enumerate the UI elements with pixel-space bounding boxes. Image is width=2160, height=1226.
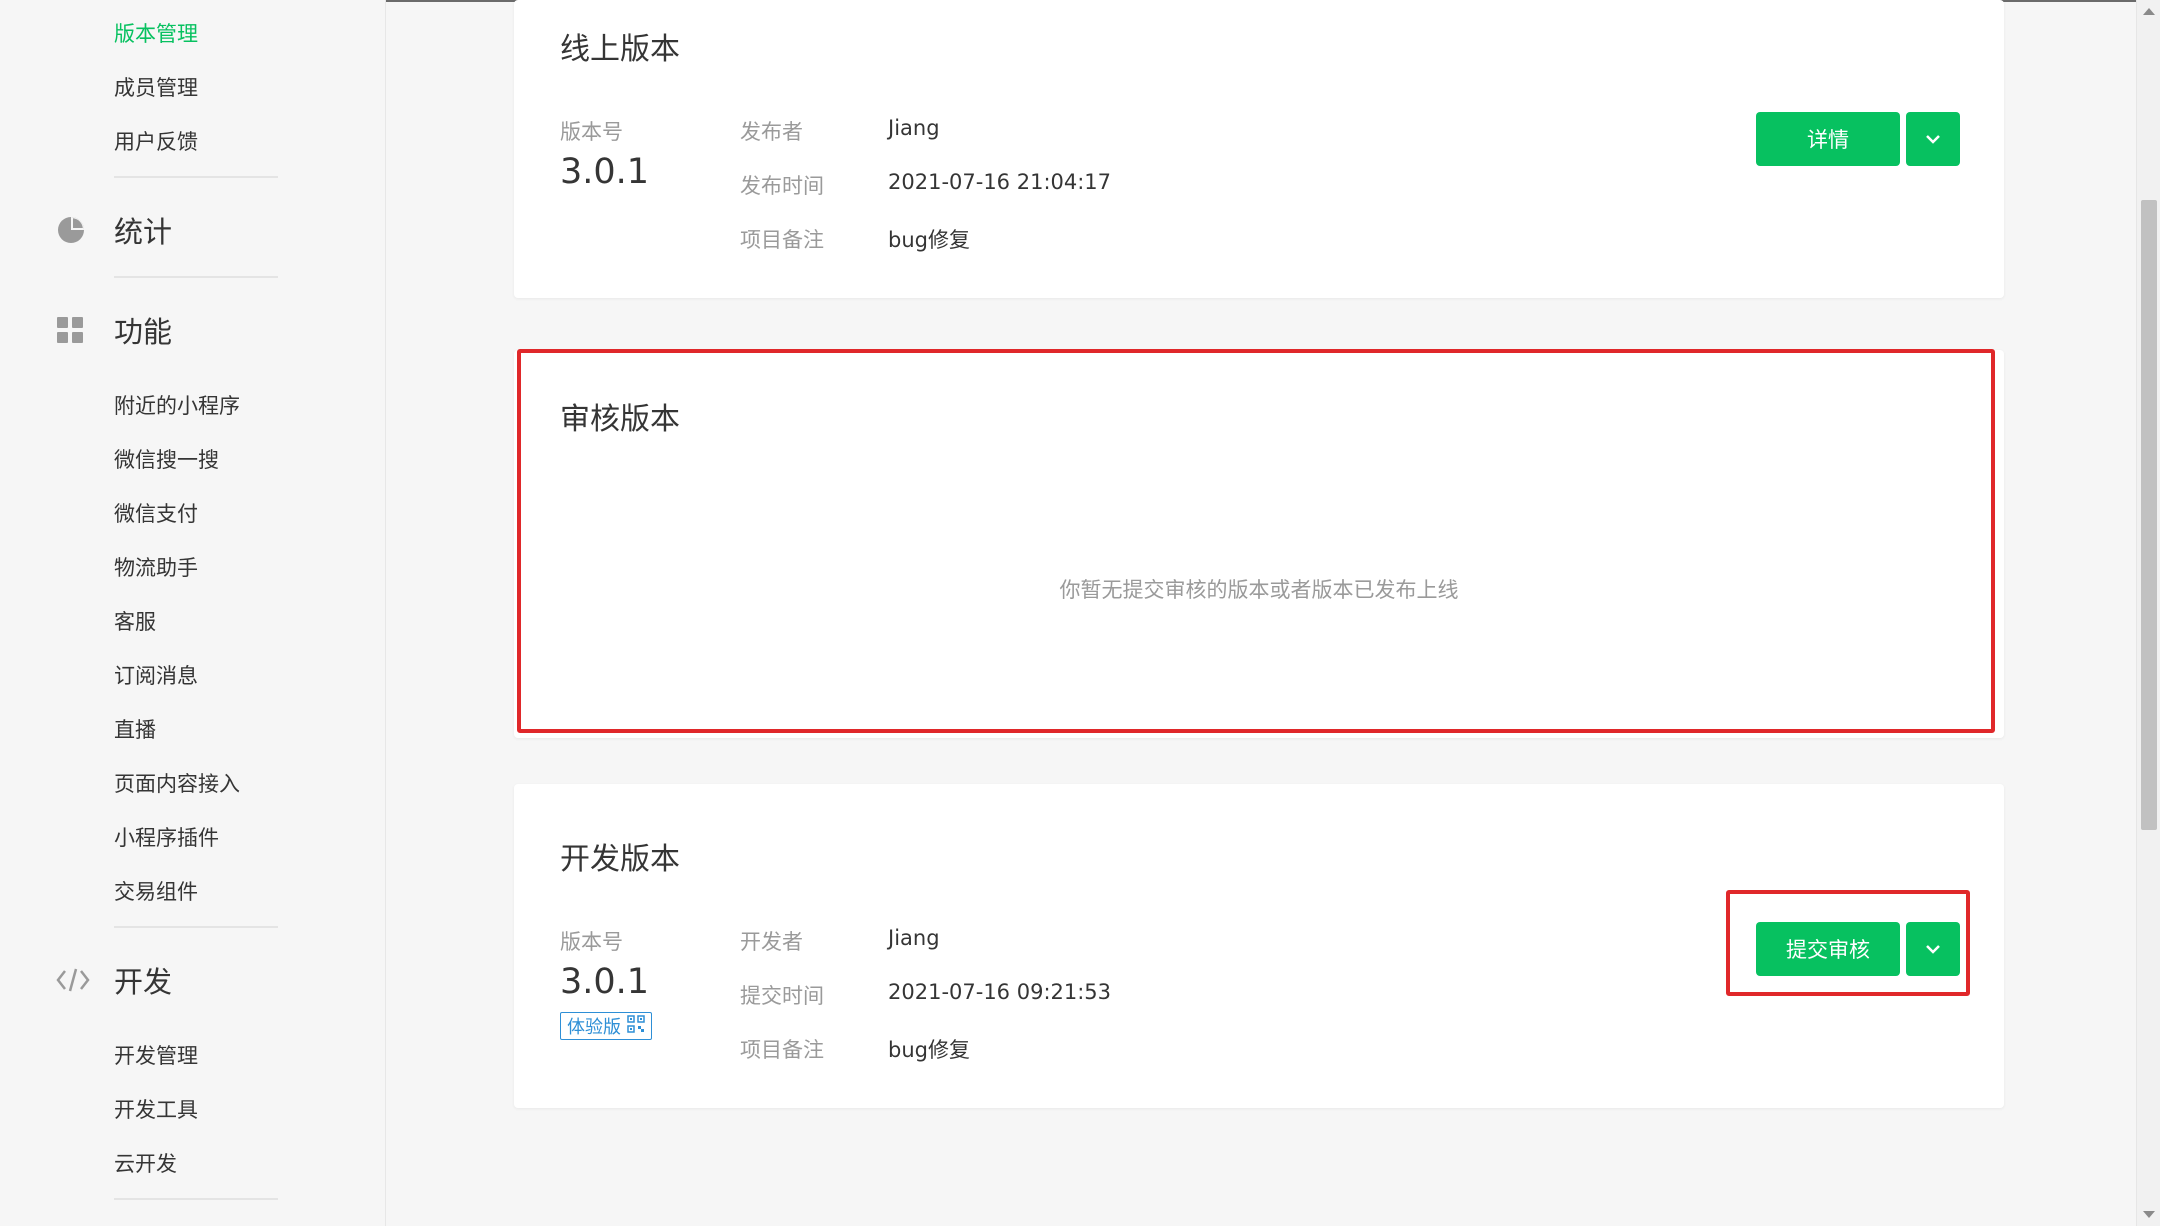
online-more-dropdown[interactable] xyxy=(1906,112,1960,166)
sidebar-item-live[interactable]: 直播 xyxy=(114,714,156,744)
publisher-value: Jiang xyxy=(888,116,940,140)
submit-time-value: 2021-07-16 09:21:53 xyxy=(888,980,1112,1004)
review-empty-text: 你暂无提交审核的版本或者版本已发布上线 xyxy=(1059,578,1459,602)
sidebar-item-wechat-search[interactable]: 微信搜一搜 xyxy=(114,444,219,474)
chevron-down-icon xyxy=(1925,132,1941,147)
scroll-thumb[interactable] xyxy=(2141,200,2157,830)
code-icon xyxy=(56,963,90,997)
sidebar-item-page-content[interactable]: 页面内容接入 xyxy=(114,768,240,798)
sidebar: 版本管理 成员管理 用户反馈 统计 功能 附近的小程序 微信搜一搜 微信支付 物… xyxy=(0,0,386,1226)
sidebar-section-statistics[interactable]: 统计 xyxy=(56,210,172,250)
version-label: 版本号 xyxy=(560,930,623,954)
publish-time-label: 发布时间 xyxy=(740,174,824,198)
sidebar-item-member-management[interactable]: 成员管理 xyxy=(114,72,198,102)
developer-value: Jiang xyxy=(888,926,940,950)
version-number: 3.0.1 xyxy=(560,152,650,192)
sidebar-section-label: 功能 xyxy=(114,315,173,349)
submit-time-label: 提交时间 xyxy=(740,984,824,1008)
online-version-title: 线上版本 xyxy=(560,32,680,67)
chevron-down-icon xyxy=(1925,942,1941,957)
developer-label: 开发者 xyxy=(740,930,803,954)
note-label: 项目备注 xyxy=(740,1038,824,1062)
sidebar-divider xyxy=(114,276,278,278)
publisher-label: 发布者 xyxy=(740,120,803,144)
submit-review-button[interactable]: 提交审核 xyxy=(1756,922,1900,976)
review-version-card: 审核版本 你暂无提交审核的版本或者版本已发布上线 xyxy=(514,350,2004,738)
dev-more-dropdown[interactable] xyxy=(1906,922,1960,976)
sidebar-item-nearby-miniprogram[interactable]: 附近的小程序 xyxy=(114,390,240,420)
sidebar-section-development[interactable]: 开发 xyxy=(56,960,172,1000)
sidebar-item-user-feedback[interactable]: 用户反馈 xyxy=(114,126,198,156)
version-number: 3.0.1 xyxy=(560,962,650,1002)
grid-icon xyxy=(56,313,90,347)
page-scrollbar[interactable] xyxy=(2136,0,2160,1226)
detail-button[interactable]: 详情 xyxy=(1756,112,1900,166)
review-version-title: 审核版本 xyxy=(560,402,680,437)
sidebar-divider xyxy=(114,1198,278,1200)
dev-version-title: 开发版本 xyxy=(560,842,680,877)
scroll-down-arrow-icon[interactable] xyxy=(2143,1211,2155,1218)
sidebar-divider xyxy=(114,176,278,178)
sidebar-item-version-management[interactable]: 版本管理 xyxy=(114,18,198,48)
sidebar-item-customer-service[interactable]: 客服 xyxy=(114,606,156,636)
sidebar-item-logistics[interactable]: 物流助手 xyxy=(114,552,198,582)
scroll-up-arrow-icon[interactable] xyxy=(2143,8,2155,15)
note-label: 项目备注 xyxy=(740,228,824,252)
sidebar-item-trade-component[interactable]: 交易组件 xyxy=(114,876,198,906)
sidebar-section-label: 开发 xyxy=(114,965,173,999)
sidebar-item-subscription[interactable]: 订阅消息 xyxy=(114,660,198,690)
pie-chart-icon xyxy=(56,213,90,247)
version-label: 版本号 xyxy=(560,120,623,144)
online-version-card: 线上版本 版本号 3.0.1 发布者 Jiang 发布时间 2021-07-16… xyxy=(514,0,2004,298)
sidebar-item-cloud-dev[interactable]: 云开发 xyxy=(114,1148,177,1178)
sidebar-section-functions[interactable]: 功能 xyxy=(56,310,172,350)
sidebar-divider xyxy=(114,926,278,928)
sidebar-item-dev-management[interactable]: 开发管理 xyxy=(114,1040,198,1070)
publish-time-value: 2021-07-16 21:04:17 xyxy=(888,170,1112,194)
qrcode-icon xyxy=(627,1014,645,1038)
sidebar-item-wechat-pay[interactable]: 微信支付 xyxy=(114,498,198,528)
sidebar-item-plugins[interactable]: 小程序插件 xyxy=(114,822,219,852)
sidebar-section-label: 统计 xyxy=(114,215,173,249)
trial-tag-label: 体验版 xyxy=(567,1017,621,1038)
dev-version-card: 开发版本 版本号 3.0.1 体验版 开发者 Jiang 提交时间 2021-0… xyxy=(514,784,2004,1108)
sidebar-item-dev-tools[interactable]: 开发工具 xyxy=(114,1094,198,1124)
trial-version-tag[interactable]: 体验版 xyxy=(560,1012,652,1040)
note-value: bug修复 xyxy=(888,1038,970,1062)
note-value: bug修复 xyxy=(888,228,970,252)
